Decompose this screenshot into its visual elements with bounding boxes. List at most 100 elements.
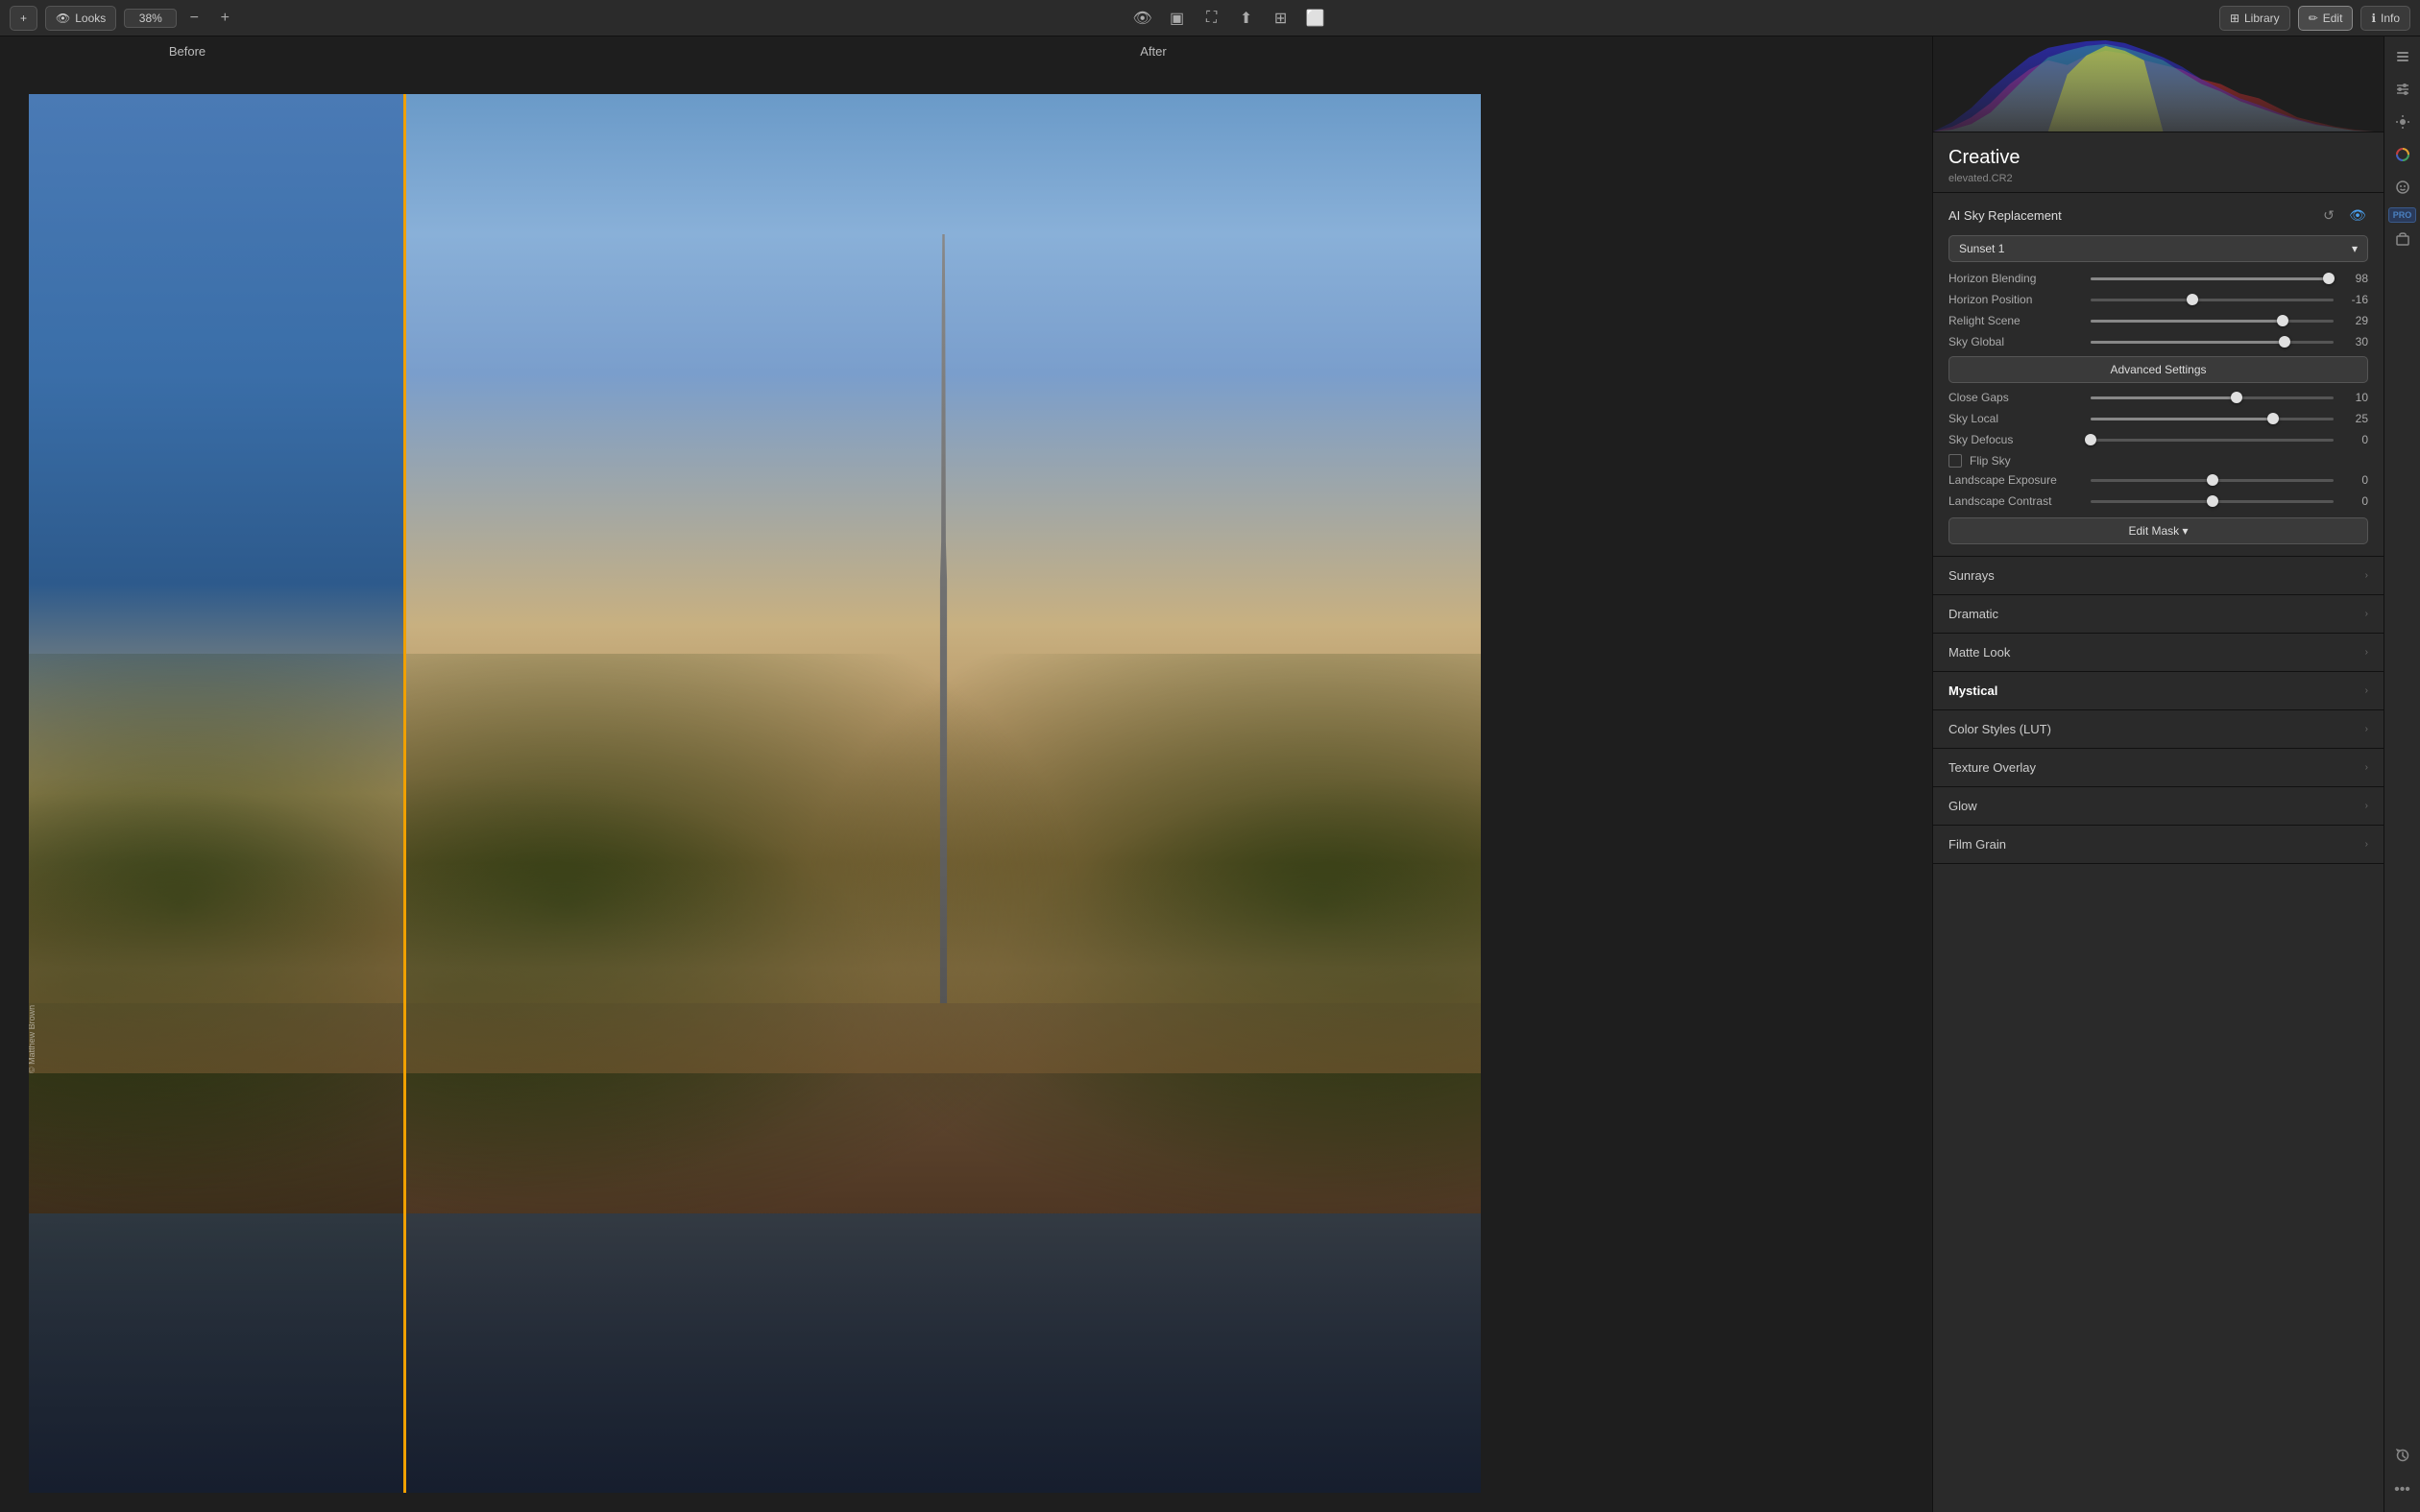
preview-button[interactable]: 👁 (1129, 5, 1156, 32)
landscape-exposure-thumb (2207, 474, 2218, 486)
sunrays-label: Sunrays (1948, 568, 1995, 583)
advanced-settings-button[interactable]: Advanced Settings (1948, 356, 2368, 383)
horizon-blending-label: Horizon Blending (1948, 272, 2083, 285)
library-tab[interactable]: ⊞ Library (2219, 6, 2290, 31)
zoom-in-button[interactable]: + (211, 5, 238, 32)
relight-scene-label: Relight Scene (1948, 314, 2083, 327)
looks-button[interactable]: 👁 Looks (45, 6, 116, 31)
crop-button[interactable]: ⛶ (1198, 5, 1225, 32)
sky-local-fill (2091, 418, 2273, 420)
edit-tab[interactable]: ✏ Edit (2298, 6, 2354, 31)
main-toolbar: + 👁 Looks 38% − + 👁 ▣ ⛶ ⬆ ⊞ ⬜ ⊞ Library … (0, 0, 2420, 36)
info-tab[interactable]: ℹ Info (2360, 6, 2410, 31)
split-divider[interactable] (403, 94, 406, 1493)
flip-sky-label: Flip Sky (1970, 454, 2011, 468)
tone-tool-button[interactable] (2388, 109, 2417, 138)
right-panel: Creative elevated.CR2 AI Sky Replacement… (1932, 36, 2384, 1512)
edit-icon: ✏ (2309, 12, 2318, 25)
history-button[interactable] (2388, 1443, 2417, 1472)
face-tool-button[interactable] (2388, 175, 2417, 204)
close-gaps-fill (2091, 396, 2237, 399)
right-tools: PRO ••• (2384, 36, 2420, 1512)
add-button[interactable]: + (10, 6, 37, 31)
sky-local-value: 25 (2341, 412, 2368, 425)
feature-item-dramatic[interactable]: Dramatic › (1933, 595, 2384, 634)
adjustments-tool-button[interactable] (2388, 77, 2417, 106)
before-photo: © Matthew Brown (29, 94, 403, 1493)
advanced-settings-label: Advanced Settings (2110, 363, 2206, 376)
horizon-blending-value: 98 (2341, 272, 2368, 285)
relight-scene-row: Relight Scene 29 (1948, 314, 2368, 327)
horizon-position-value: -16 (2341, 293, 2368, 306)
color-tool-button[interactable] (2388, 142, 2417, 171)
matte-look-label: Matte Look (1948, 645, 2010, 660)
relight-scene-value: 29 (2341, 314, 2368, 327)
sky-local-thumb (2267, 413, 2279, 424)
panel-title: Creative (1948, 147, 2368, 169)
feature-item-matte-look[interactable]: Matte Look › (1933, 634, 2384, 672)
pro-badge: PRO (2388, 207, 2417, 223)
glow-label: Glow (1948, 799, 1977, 813)
ai-sky-toggle-button[interactable]: 👁 (2347, 204, 2368, 226)
edit-mask-button[interactable]: Edit Mask ▾ (1948, 517, 2368, 544)
landscape-exposure-label: Landscape Exposure (1948, 473, 2083, 487)
relight-scene-fill (2091, 320, 2283, 323)
sky-defocus-slider[interactable] (2091, 439, 2334, 442)
film-grain-arrow-icon: › (2365, 839, 2368, 850)
texture-overlay-label: Texture Overlay (1948, 760, 2036, 775)
zoom-out-button[interactable]: − (181, 5, 207, 32)
sky-global-slider[interactable] (2091, 341, 2334, 344)
watermark: © Matthew Brown (29, 1005, 36, 1073)
mystical-label: Mystical (1948, 684, 1997, 698)
feature-item-texture-overlay[interactable]: Texture Overlay › (1933, 749, 2384, 787)
sky-defocus-thumb (2085, 434, 2096, 445)
color-styles-label: Color Styles (LUT) (1948, 722, 2051, 736)
toolbag-icon (2395, 231, 2410, 252)
horizon-blending-thumb (2323, 273, 2335, 284)
layers-icon (2395, 49, 2410, 69)
landscape-contrast-row: Landscape Contrast 0 (1948, 494, 2368, 508)
glow-arrow-icon: › (2365, 801, 2368, 811)
window-button[interactable]: ⬜ (1302, 5, 1329, 32)
horizon-position-slider[interactable] (2091, 299, 2334, 301)
landscape-exposure-value: 0 (2341, 473, 2368, 487)
sky-defocus-label: Sky Defocus (1948, 433, 2083, 446)
sky-local-row: Sky Local 25 (1948, 412, 2368, 425)
sky-global-thumb (2279, 336, 2290, 348)
add-icon: + (20, 12, 27, 25)
export-button[interactable]: ⬆ (1233, 5, 1260, 32)
sky-preset-dropdown[interactable]: Sunset 1 ▾ (1948, 235, 2368, 262)
info-icon: ℹ (2371, 12, 2376, 25)
zoom-display: 38% (124, 9, 177, 28)
sunrays-arrow-icon: › (2365, 570, 2368, 581)
ai-sky-reset-button[interactable]: ↺ (2318, 204, 2339, 226)
horizon-blending-fill (2091, 277, 2329, 280)
feature-item-glow[interactable]: Glow › (1933, 787, 2384, 826)
horizon-blending-slider[interactable] (2091, 277, 2334, 280)
horizon-blending-row: Horizon Blending 98 (1948, 272, 2368, 285)
image-container[interactable]: © Matthew Brown (29, 94, 1481, 1493)
grid-button[interactable]: ⊞ (1268, 5, 1295, 32)
layers-tool-button[interactable] (2388, 44, 2417, 73)
feature-item-sunrays[interactable]: Sunrays › (1933, 557, 2384, 595)
flip-sky-checkbox[interactable] (1948, 454, 1962, 468)
dramatic-label: Dramatic (1948, 607, 1998, 621)
tools-button[interactable] (2388, 227, 2417, 255)
feature-item-film-grain[interactable]: Film Grain › (1933, 826, 2384, 864)
sun-icon (2395, 114, 2410, 134)
horizon-position-thumb (2187, 294, 2198, 305)
feature-item-color-styles[interactable]: Color Styles (LUT) › (1933, 710, 2384, 749)
sky-local-slider[interactable] (2091, 418, 2334, 420)
landscape-contrast-slider[interactable] (2091, 500, 2334, 503)
landscape-contrast-value: 0 (2341, 494, 2368, 508)
more-button[interactable]: ••• (2388, 1476, 2417, 1504)
horizon-position-label: Horizon Position (1948, 293, 2083, 306)
horizon-position-row: Horizon Position -16 (1948, 293, 2368, 306)
sky-global-label: Sky Global (1948, 335, 2083, 348)
close-gaps-slider[interactable] (2091, 396, 2334, 399)
landscape-exposure-slider[interactable] (2091, 479, 2334, 482)
feature-item-mystical[interactable]: Mystical › (1933, 672, 2384, 710)
relight-scene-slider[interactable] (2091, 320, 2334, 323)
compare-button[interactable]: ▣ (1164, 5, 1191, 32)
buildings-bg (29, 863, 403, 1073)
